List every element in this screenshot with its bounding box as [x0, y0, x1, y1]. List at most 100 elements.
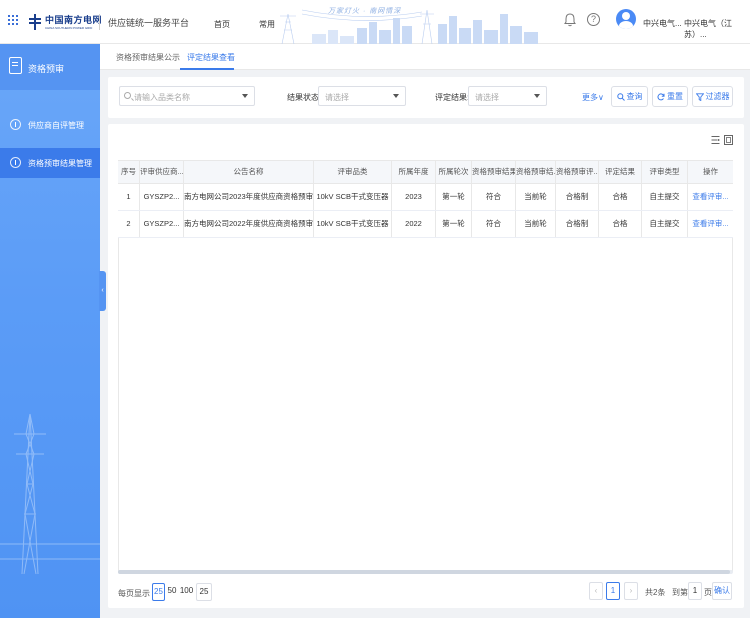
user-name[interactable]: 中兴电气... [643, 18, 682, 29]
chevron-down-icon [393, 94, 399, 98]
next-page-button[interactable]: › [624, 582, 638, 600]
prev-page-button[interactable]: ‹ [589, 582, 603, 600]
query-button[interactable]: 查询 [611, 86, 648, 107]
chevron-down-icon [242, 94, 248, 98]
category-search-input[interactable]: 请输入品类名称 [119, 86, 255, 106]
sidebar-title-text: 资格预审 [28, 64, 65, 74]
reset-button-label: 重置 [667, 92, 683, 101]
page-tabs: 资格预审结果公示 评定结果查看 [100, 44, 750, 70]
cell-category: 10kV SCB干式变压器 [314, 211, 392, 237]
horizontal-scrollbar[interactable] [118, 570, 733, 574]
cell-index: 1 [118, 184, 140, 210]
filter-icon [695, 92, 704, 101]
cell-category: 10kV SCB干式变压器 [314, 184, 392, 210]
col-header-review-type[interactable]: 评审类型 [642, 161, 688, 183]
page-size-25[interactable]: 25 [152, 583, 165, 601]
cell-notice-name: 南方电网公司2023年度供应商资格预审公... [184, 184, 314, 210]
view-review-link[interactable]: 查看评审... [688, 211, 733, 237]
col-header-prequal-round[interactable]: 资格预审结... [516, 161, 556, 183]
col-header-index: 序号 [118, 161, 140, 183]
goto-label: 到第 [672, 588, 688, 597]
active-tab-indicator [180, 68, 234, 70]
page-size-100[interactable]: 100 [179, 583, 194, 601]
current-page-button[interactable]: 1 [606, 582, 620, 600]
header-banner: 万家灯火 · 南网情深 [272, 0, 554, 44]
user-organization[interactable]: 中兴电气（江苏）... [684, 18, 750, 40]
col-header-notice-name[interactable]: 公告名称 [184, 161, 314, 183]
total-count: 共2条 [645, 588, 666, 597]
table-row: 2 GYSZP2... 南方电网公司2022年度供应商资格预审公... 10kV… [118, 211, 733, 238]
col-header-prequal-method[interactable]: 资格预审评... [556, 161, 599, 183]
city-skyline-icon [280, 9, 538, 44]
search-placeholder: 请输入品类名称 [134, 93, 190, 102]
col-header-eval-result[interactable]: 评定结果 [599, 161, 642, 183]
filter-button[interactable]: 过滤器 [692, 86, 733, 107]
cell-prequal-round: 当前轮 [516, 184, 556, 210]
cell-prequal-round: 当前轮 [516, 211, 556, 237]
query-button-label: 查询 [626, 92, 643, 101]
cell-index: 2 [118, 211, 140, 237]
sidebar: 资格预审 供应商自评管理 资格预审结果管理 [0, 44, 100, 618]
fullscreen-icon[interactable] [724, 135, 733, 145]
avatar[interactable] [616, 9, 636, 29]
sidebar-item-label: 资格预审结果管理 [28, 159, 92, 168]
cell-prequal-result: 符合 [472, 211, 516, 237]
help-icon[interactable]: ? [587, 13, 600, 26]
table-header: 序号 评审供应商... 公告名称 评审品类 所属年度 所属轮次 资格预审结果 资… [118, 160, 733, 184]
col-header-year[interactable]: 所属年度 [392, 161, 436, 183]
gear-icon [10, 157, 21, 168]
logo-text-cn: 中国南方电网 [45, 14, 103, 25]
cell-eval-result: 合格 [599, 184, 642, 210]
page-size-display: 25 [196, 583, 212, 601]
logo-mark-icon [28, 14, 42, 30]
cell-round: 第一轮 [436, 211, 472, 237]
goto-confirm-button[interactable]: 确认 [712, 582, 732, 600]
cell-prequal-method: 合格制 [556, 184, 599, 210]
platform-name: 供应链统一服务平台 [108, 18, 190, 28]
reset-button[interactable]: 重置 [652, 86, 688, 107]
bulb-icon [10, 119, 21, 130]
col-header-round[interactable]: 所属轮次 [436, 161, 472, 183]
logo-text-en: CHINA SOUTHERN POWER GRID [45, 25, 93, 30]
document-icon [9, 57, 22, 74]
cell-supplier: GYSZP2... [140, 211, 184, 237]
eval-result-select[interactable]: 请选择 [468, 86, 547, 106]
col-header-prequal-result[interactable]: 资格预审结果 [472, 161, 516, 183]
col-header-supplier[interactable]: 评审供应商... [140, 161, 184, 183]
tab-prequal-publicity[interactable]: 资格预审结果公示 [116, 52, 180, 63]
search-icon [616, 92, 625, 101]
scrollbar-thumb[interactable] [118, 570, 730, 574]
per-page-label: 每页显示 [118, 589, 150, 598]
nav-home[interactable]: 首页 [214, 19, 230, 30]
bell-icon[interactable] [564, 13, 576, 27]
result-status-label: 结果状态: [287, 93, 322, 102]
header-divider [99, 14, 100, 30]
col-header-category[interactable]: 评审品类 [314, 161, 392, 183]
col-header-action: 操作 [703, 167, 718, 176]
tab-eval-result-view[interactable]: 评定结果查看 [187, 52, 235, 63]
sidebar-collapse-handle[interactable]: ‹ [99, 271, 106, 311]
goto-page-input[interactable]: 1 [688, 582, 702, 600]
power-tower-icon [0, 413, 100, 574]
cell-supplier: GYSZP2... [140, 184, 184, 210]
column-settings-icon[interactable] [711, 135, 720, 145]
sidebar-title: 资格预审 [0, 44, 100, 90]
table-tools [709, 135, 737, 147]
chevron-down-icon [534, 94, 540, 98]
app-grid-icon[interactable] [8, 15, 18, 25]
view-review-link[interactable]: 查看评审... [688, 184, 733, 210]
eval-result-label: 评定结果: [435, 93, 470, 102]
sidebar-item-self-evaluation[interactable]: 供应商自评管理 [0, 110, 100, 140]
more-filters-toggle[interactable]: 更多∨ [582, 92, 604, 103]
page-size-50[interactable]: 50 [166, 583, 178, 601]
result-status-select[interactable]: 请选择 [318, 86, 406, 106]
page-unit-label: 页 [704, 588, 712, 597]
cell-notice-name: 南方电网公司2022年度供应商资格预审公... [184, 211, 314, 237]
cell-year: 2023 [392, 184, 436, 210]
cell-review-type: 自主提交 [642, 211, 688, 237]
sidebar-item-prequal-result[interactable]: 资格预审结果管理 [0, 148, 100, 178]
cell-year: 2022 [392, 211, 436, 237]
sidebar-item-label: 供应商自评管理 [28, 121, 84, 130]
filter-button-label: 过滤器 [705, 92, 730, 101]
table-row: 1 GYSZP2... 南方电网公司2023年度供应商资格预审公... 10kV… [118, 184, 733, 211]
